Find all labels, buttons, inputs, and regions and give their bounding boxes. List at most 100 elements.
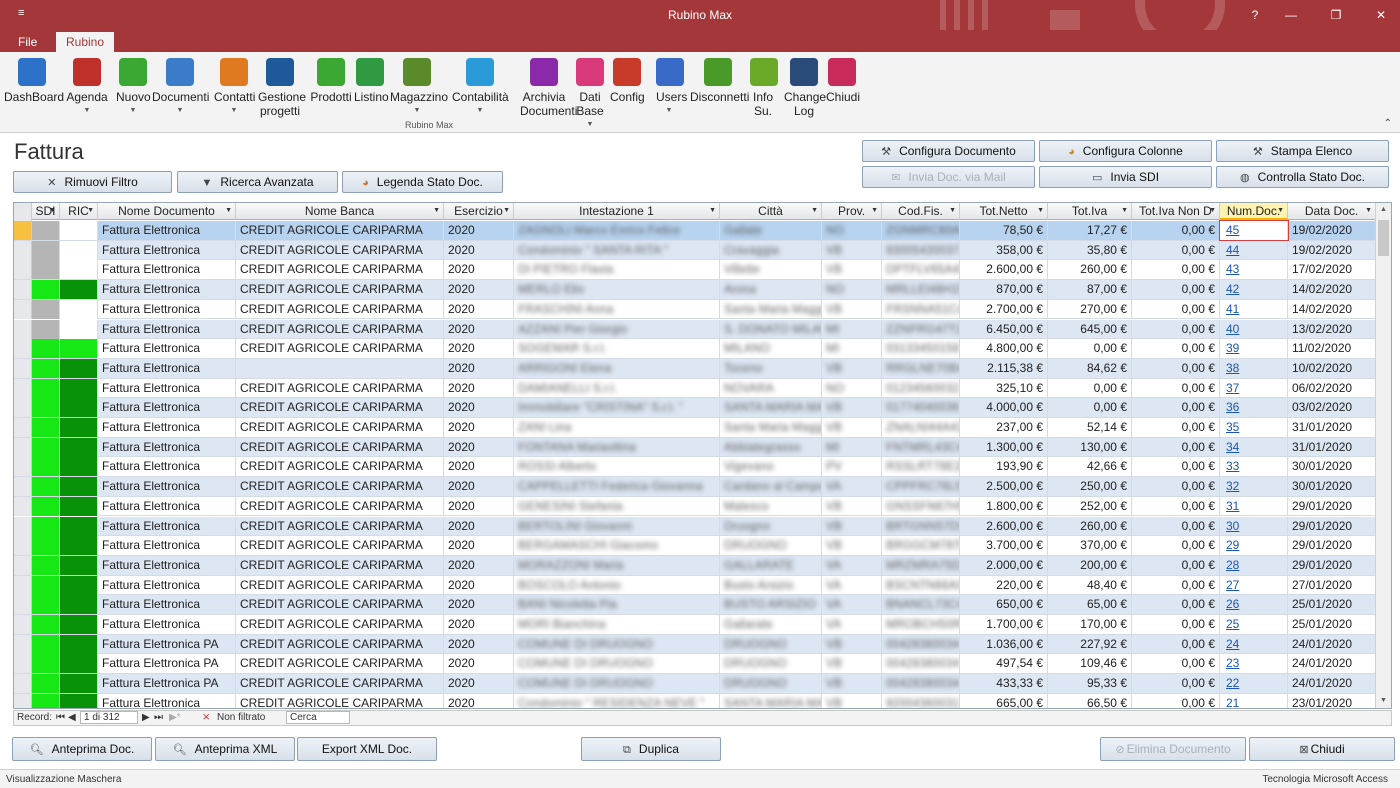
cell-prov[interactable]: VB [822, 260, 882, 280]
cell-citta[interactable]: Busto Arsizio [720, 575, 822, 595]
row-selector[interactable] [14, 654, 32, 674]
table-row[interactable]: Fattura Elettronica CREDIT AGRICOLE CARIP… [14, 378, 1376, 399]
cell-banca[interactable]: CREDIT AGRICOLE CARIPARMA [236, 477, 444, 497]
cell-num[interactable]: 34 [1220, 437, 1288, 457]
last-record-icon[interactable]: ⏭ [154, 712, 163, 723]
cell-int[interactable]: ZAGNOLI Marco Enrico Felice [514, 221, 720, 240]
anteprima-doc-button[interactable]: 🔍︎ Anteprima Doc. [12, 737, 152, 761]
cell-banca[interactable]: CREDIT AGRICOLE CARIPARMA [236, 299, 444, 319]
cell-int[interactable]: SOGEMAR S.r.l. [514, 339, 720, 359]
cell-prov[interactable]: PV [822, 457, 882, 477]
cell-banca[interactable]: CREDIT AGRICOLE CARIPARMA [236, 536, 444, 556]
column-header-9[interactable]: Tot.Netto ▼ [960, 203, 1048, 220]
row-selector[interactable] [14, 674, 32, 694]
cell-int[interactable]: ROSSI Alberto [514, 457, 720, 477]
cell-ivand[interactable]: 0,00 € [1132, 634, 1220, 654]
table-row[interactable]: Fattura Elettronica CREDIT AGRICOLE CARIP… [14, 615, 1376, 635]
new-record-icon[interactable]: ▶* [169, 712, 181, 723]
cell-netto[interactable]: 2.115,38 € [960, 358, 1048, 378]
cell-iva[interactable]: 252,00 € [1048, 496, 1132, 516]
cell-es[interactable]: 2020 [444, 575, 514, 595]
tab-file[interactable]: File [8, 32, 47, 52]
cell-iva[interactable]: 65,00 € [1048, 595, 1132, 615]
cell-ivand[interactable]: 0,00 € [1132, 575, 1220, 595]
cell-banca[interactable]: CREDIT AGRICOLE CARIPARMA [236, 398, 444, 418]
cell-int[interactable]: BOSCOLO Antonio [514, 575, 720, 595]
cell-netto[interactable]: 325,10 € [960, 378, 1048, 398]
cell-ivand[interactable]: 0,00 € [1132, 240, 1220, 260]
cell-citta[interactable]: Villette [720, 260, 822, 280]
cell-iva[interactable]: 109,46 € [1048, 654, 1132, 674]
cell-num[interactable]: 29 [1220, 536, 1288, 556]
table-row[interactable]: Fattura Elettronica CREDIT AGRICOLE CARIP… [14, 220, 1376, 241]
cell-data[interactable]: 29/01/2020 [1288, 516, 1376, 536]
cell-prov[interactable]: NO [822, 280, 882, 300]
cell-citta[interactable]: Cardano al Campo [720, 477, 822, 497]
cell-citta[interactable]: NOVARA [720, 378, 822, 398]
cell-citta[interactable]: GALLARATE [720, 555, 822, 575]
cell-es[interactable]: 2020 [444, 536, 514, 556]
row-selector[interactable] [14, 536, 32, 556]
column-filter-icon[interactable]: ▼ [1365, 203, 1372, 219]
ribbon-archive-button[interactable]: Archivia Documenti [520, 56, 577, 118]
cell-es[interactable]: 2020 [444, 319, 514, 339]
cell-iva[interactable]: 645,00 € [1048, 319, 1132, 339]
cell-int[interactable]: AZZANI Pier Giorgio [514, 319, 720, 339]
cell-iva[interactable]: 260,00 € [1048, 516, 1132, 536]
cell-iva[interactable]: 250,00 € [1048, 477, 1132, 497]
cell-prov[interactable]: VB [822, 240, 882, 260]
cell-cf[interactable]: 92004360031 [882, 693, 960, 708]
anteprima-xml-button[interactable]: 🔍︎ Anteprima XML [155, 737, 295, 761]
cell-int[interactable]: CAPPELLETTI Federica Giovanna [514, 477, 720, 497]
cell-doc[interactable]: Fattura Elettronica [98, 693, 236, 708]
cell-citta[interactable]: Gallate [720, 221, 822, 240]
cell-netto[interactable]: 193,90 € [960, 457, 1048, 477]
cell-banca[interactable]: CREDIT AGRICOLE CARIPARMA [236, 437, 444, 457]
column-filter-icon[interactable]: ▼ [1277, 203, 1284, 219]
cell-doc[interactable]: Fattura Elettronica [98, 280, 236, 300]
cell-int[interactable]: COMUNE DI DRUOGNO [514, 674, 720, 694]
cell-cf[interactable]: CPPFRC76L52B300 [882, 477, 960, 497]
ribbon-warehouse-button[interactable]: Magazzino ▼ [390, 56, 448, 118]
cell-banca[interactable]: CREDIT AGRICOLE CARIPARMA [236, 496, 444, 516]
cell-es[interactable]: 2020 [444, 260, 514, 280]
row-selector[interactable] [14, 693, 32, 708]
cell-int[interactable]: MERLO Elio [514, 280, 720, 300]
cell-iva[interactable]: 87,00 € [1048, 280, 1132, 300]
prev-record-icon[interactable]: ◀ [68, 712, 76, 723]
cell-ivand[interactable]: 0,00 € [1132, 536, 1220, 556]
cell-netto[interactable]: 237,00 € [960, 418, 1048, 437]
cell-iva[interactable]: 17,27 € [1048, 221, 1132, 240]
cell-netto[interactable]: 220,00 € [960, 575, 1048, 595]
cell-cf[interactable]: 01774040036 [882, 398, 960, 418]
cell-doc[interactable]: Fattura Elettronica [98, 418, 236, 437]
cell-data[interactable]: 27/01/2020 [1288, 575, 1376, 595]
cell-es[interactable]: 2020 [444, 221, 514, 240]
cell-es[interactable]: 2020 [444, 339, 514, 359]
record-position[interactable]: 1 di 312 [80, 711, 138, 724]
cell-doc[interactable]: Fattura Elettronica [98, 496, 236, 516]
cell-prov[interactable]: VB [822, 693, 882, 708]
cell-cf[interactable]: ZGNMRC80A01D969X [882, 221, 960, 240]
cell-ivand[interactable]: 0,00 € [1132, 221, 1220, 240]
cell-num[interactable]: 27 [1220, 575, 1288, 595]
ribbon-disconnect-button[interactable]: Disconnetti [690, 56, 749, 104]
cell-num[interactable]: 42 [1220, 280, 1288, 300]
cell-banca[interactable]: CREDIT AGRICOLE CARIPARMA [236, 555, 444, 575]
table-row[interactable]: Fattura Elettronica CREDIT AGRICOLE CARIP… [14, 437, 1376, 458]
cell-citta[interactable]: DRUOGNO [720, 634, 822, 654]
cell-banca[interactable]: CREDIT AGRICOLE CARIPARMA [236, 280, 444, 300]
cell-iva[interactable]: 66,50 € [1048, 693, 1132, 708]
cell-num[interactable]: 25 [1220, 615, 1288, 634]
column-header-2[interactable]: Nome Documento ▼ [98, 203, 236, 220]
cell-iva[interactable]: 227,92 € [1048, 634, 1132, 654]
ribbon-database-button[interactable]: Dati Base ▼ [574, 56, 606, 132]
ribbon-accounting-button[interactable]: Contabilità ▼ [452, 56, 509, 118]
cell-cf[interactable]: ZNALNI44A41I249 [882, 418, 960, 437]
cell-ivand[interactable]: 0,00 € [1132, 477, 1220, 497]
cell-int[interactable]: Immobiliare "CRISTINA" S.r.l. " [514, 398, 720, 418]
cell-num[interactable]: 45 [1219, 220, 1289, 241]
cell-es[interactable]: 2020 [444, 496, 514, 516]
cell-num[interactable]: 21 [1220, 693, 1288, 708]
cell-doc[interactable]: Fattura Elettronica [98, 575, 236, 595]
